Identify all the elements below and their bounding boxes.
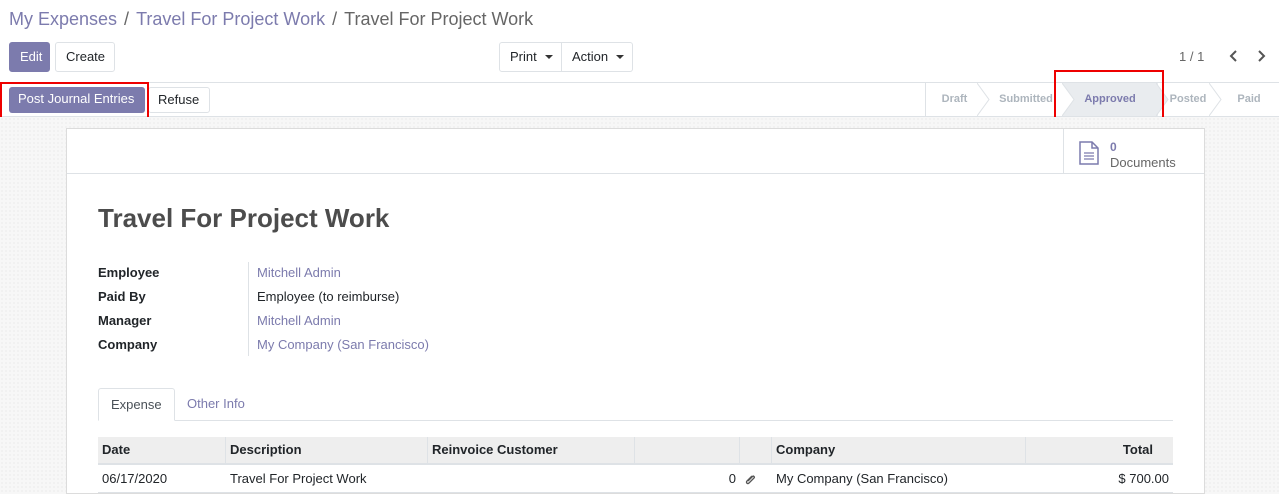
row-total: $ 700.00: [1118, 471, 1169, 486]
expense-report-title: Travel For Project Work: [98, 203, 390, 233]
pager-value[interactable]: 1 / 1: [1179, 49, 1204, 64]
row-date: 06/17/2020: [102, 471, 168, 486]
column-attachments: [635, 437, 740, 463]
form-sheet: 0 Documents Travel For Project Work Empl…: [66, 128, 1205, 494]
edit-button[interactable]: Edit: [9, 42, 50, 72]
caret-down-icon: [544, 55, 553, 59]
highlight-box-post-button: [0, 82, 149, 119]
stage-posted[interactable]: Posted: [1166, 83, 1210, 116]
breadcrumb-separator: /: [124, 9, 130, 29]
stage-separator: [1209, 83, 1222, 116]
caret-down-icon: [616, 55, 625, 59]
row-description: Travel For Project Work: [230, 471, 367, 486]
action-label: Action: [572, 49, 609, 64]
employee-label: Employee: [98, 265, 160, 280]
button-box: 0 Documents: [67, 129, 1204, 174]
column-attachment-icon: [740, 437, 772, 463]
paperclip-icon[interactable]: [744, 473, 756, 487]
chevron-right-icon[interactable]: [1255, 49, 1267, 63]
document-icon: [1079, 141, 1099, 165]
stage-separator: [977, 83, 990, 116]
column-description[interactable]: Description: [226, 437, 428, 463]
print-label: Print: [510, 49, 537, 64]
create-button[interactable]: Create: [55, 42, 115, 72]
stage-submitted[interactable]: Submitted: [990, 83, 1062, 116]
column-reinvoice-customer[interactable]: Reinvoice Customer: [428, 437, 635, 463]
breadcrumb-current: Travel For Project Work: [344, 9, 534, 29]
action-dropdown[interactable]: Action: [562, 42, 633, 72]
row-company: My Company (San Francisco): [776, 471, 948, 486]
table-row[interactable]: 06/17/2020 Travel For Project Work 0 My …: [98, 465, 1173, 493]
manager-value[interactable]: Mitchell Admin: [257, 313, 341, 328]
print-dropdown[interactable]: Print: [499, 42, 562, 72]
tab-expense[interactable]: Expense: [98, 388, 175, 421]
documents-count: 0: [1110, 140, 1117, 154]
chevron-left-icon[interactable]: [1228, 49, 1240, 63]
company-value[interactable]: My Company (San Francisco): [257, 337, 429, 352]
tab-other-info[interactable]: Other Info: [175, 388, 257, 421]
table-header: Date Description Reinvoice Customer Comp…: [98, 437, 1173, 465]
row-attachment-count: 0: [728, 471, 736, 486]
field-divider: [248, 262, 249, 356]
manager-label: Manager: [98, 313, 152, 328]
notebook-tabs: Expense Other Info: [98, 388, 1173, 421]
paid-by-label: Paid By: [98, 289, 146, 304]
breadcrumb-separator: /: [332, 9, 338, 29]
documents-button[interactable]: 0 Documents: [1063, 129, 1204, 173]
documents-label: Documents: [1110, 155, 1176, 170]
breadcrumb-my-expenses[interactable]: My Expenses: [9, 9, 117, 29]
column-total[interactable]: Total: [1026, 437, 1157, 463]
refuse-button[interactable]: Refuse: [148, 87, 210, 113]
column-company[interactable]: Company: [772, 437, 1026, 463]
paid-by-value: Employee (to reimburse): [257, 289, 400, 304]
breadcrumb: My Expenses / Travel For Project Work / Trav…: [9, 9, 533, 30]
stage-paid[interactable]: Paid: [1222, 83, 1276, 116]
stage-draft[interactable]: Draft: [925, 83, 983, 116]
employee-value[interactable]: Mitchell Admin: [257, 265, 341, 280]
column-date[interactable]: Date: [98, 437, 226, 463]
company-label: Company: [98, 337, 158, 352]
breadcrumb-expense-report[interactable]: Travel For Project Work: [136, 9, 325, 29]
